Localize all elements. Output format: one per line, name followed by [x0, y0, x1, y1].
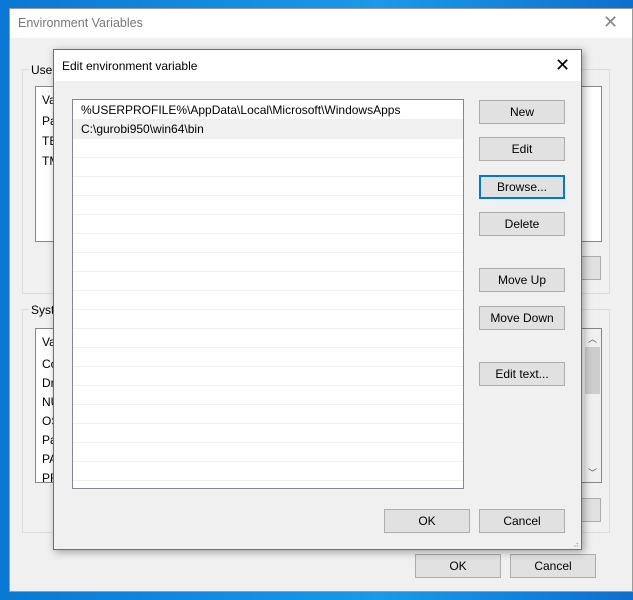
edit-text-button[interactable]: Edit text...: [479, 362, 565, 386]
new-button[interactable]: New: [479, 100, 565, 124]
empty-list-row: [73, 291, 463, 310]
scroll-up-icon[interactable]: ︿: [588, 332, 597, 345]
outer-title: Environment Variables: [18, 16, 143, 30]
ok-button[interactable]: OK: [384, 509, 470, 533]
empty-list-row: [73, 272, 463, 291]
empty-list-row: [73, 386, 463, 405]
empty-list-row: [73, 253, 463, 272]
empty-list-row: [73, 139, 463, 158]
empty-list-row: [73, 367, 463, 386]
outer-cancel-button[interactable]: Cancel: [510, 554, 596, 578]
outer-close-icon[interactable]: ✕: [603, 13, 618, 31]
edit-button[interactable]: Edit: [479, 137, 565, 161]
scroll-down-icon[interactable]: ﹀: [588, 466, 597, 479]
empty-list-row: [73, 196, 463, 215]
empty-list-row: [73, 215, 463, 234]
empty-list-row: [73, 329, 463, 348]
empty-list-row: [73, 177, 463, 196]
move-up-button[interactable]: Move Up: [479, 268, 565, 292]
empty-list-row: [73, 234, 463, 253]
dialog-title: Edit environment variable: [62, 59, 198, 73]
dialog-close-icon[interactable]: ✕: [555, 56, 570, 74]
system-list-scrollbar[interactable]: ︿ ﹀: [584, 329, 601, 482]
browse-button[interactable]: Browse...: [479, 175, 565, 199]
resize-grip-icon[interactable]: ⠴: [573, 540, 579, 549]
empty-list-row: [73, 443, 463, 462]
empty-list-row: [73, 310, 463, 329]
outer-ok-button[interactable]: OK: [415, 554, 501, 578]
delete-button[interactable]: Delete: [479, 212, 565, 236]
empty-list-row: [73, 424, 463, 443]
edit-environment-variable-dialog: Edit environment variable ✕ %USERPROFILE…: [53, 49, 582, 550]
cancel-button[interactable]: Cancel: [479, 509, 565, 533]
path-entries-list[interactable]: %USERPROFILE%\AppData\Local\Microsoft\Wi…: [72, 99, 464, 489]
empty-list-row: [73, 462, 463, 481]
move-down-button[interactable]: Move Down: [479, 306, 565, 330]
entry-text: C:\gurobi950\win64\bin: [81, 122, 204, 136]
list-item[interactable]: C:\gurobi950\win64\bin: [73, 120, 463, 139]
scroll-thumb[interactable]: [585, 347, 600, 394]
empty-list-row: [73, 405, 463, 424]
outer-title-bar: Environment Variables ✕: [10, 9, 632, 38]
entry-text: %USERPROFILE%\AppData\Local\Microsoft\Wi…: [81, 103, 401, 117]
list-item[interactable]: %USERPROFILE%\AppData\Local\Microsoft\Wi…: [73, 101, 463, 120]
empty-list-row: [73, 158, 463, 177]
empty-list-row: [73, 348, 463, 367]
dialog-title-bar: Edit environment variable ✕: [54, 50, 581, 81]
